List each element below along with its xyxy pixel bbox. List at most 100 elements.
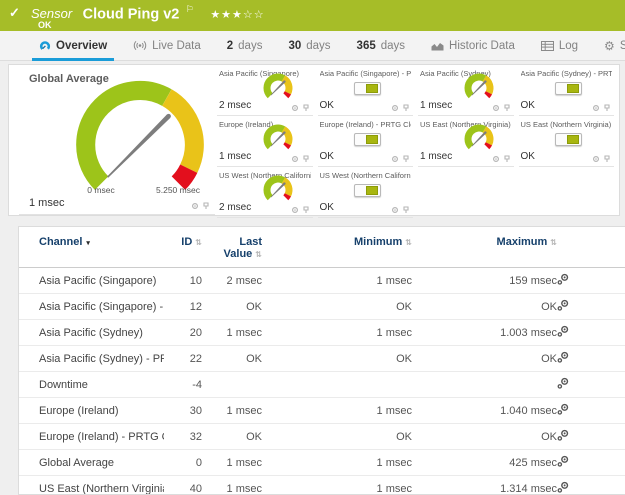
tile-title: Asia Pacific (Sydney) - PRTG ... <box>521 69 613 78</box>
channel-tiles-grid: Asia Pacific (Singapore) 2 msec Asia <box>215 66 617 218</box>
flag-icon: ⚐ <box>186 4 194 14</box>
channel-tile[interactable]: US West (Northern California)... OK <box>318 168 414 218</box>
channel-tile[interactable]: Asia Pacific (Singapore) 2 msec <box>217 66 313 116</box>
channel-tile[interactable]: Asia Pacific (Sydney) - PRTG ... OK <box>519 66 615 116</box>
pin-icon[interactable] <box>302 206 310 214</box>
gear-icon[interactable] <box>291 206 299 214</box>
gear-icon[interactable] <box>391 206 399 214</box>
pin-icon[interactable] <box>302 104 310 112</box>
pin-icon[interactable] <box>503 155 511 163</box>
tile-value: 2 msec <box>219 100 251 111</box>
pin-icon[interactable] <box>402 155 410 163</box>
channel-settings-gear-icon[interactable] <box>557 429 569 444</box>
tab-2-days[interactable]: 2 days <box>214 31 276 60</box>
channel-last-value: 1 msec <box>202 320 262 346</box>
column-header-maximum[interactable]: Maximum⇅ <box>412 227 557 268</box>
tile-value: OK <box>320 100 334 111</box>
channel-minimum: 1 msec <box>262 268 412 294</box>
gauge-icon <box>39 40 51 52</box>
pin-icon[interactable] <box>302 155 310 163</box>
channel-settings-gear-icon[interactable] <box>557 481 569 495</box>
column-header-channel[interactable]: Channel▾ <box>19 227 164 268</box>
global-average-tile[interactable]: Global Average 0 msec 5.250 msec 1 msec <box>19 65 215 215</box>
channel-minimum: 1 msec <box>262 398 412 424</box>
priority-stars[interactable]: ★★★☆☆ <box>210 9 264 21</box>
status-badge: OK <box>38 20 52 30</box>
channel-last-value: 1 msec <box>202 476 262 495</box>
log-icon <box>541 41 554 51</box>
channel-minimum: OK <box>262 294 412 320</box>
pin-icon[interactable] <box>603 104 611 112</box>
channel-name: Downtime <box>19 372 164 398</box>
channel-minimum: OK <box>262 346 412 372</box>
tab-log[interactable]: Log <box>528 31 591 60</box>
tile-value: OK <box>320 202 334 213</box>
column-header-minimum[interactable]: Minimum⇅ <box>262 227 412 268</box>
channel-settings-gear-icon[interactable] <box>557 377 569 392</box>
pin-icon[interactable] <box>402 104 410 112</box>
tab-live-data[interactable]: Live Data <box>120 31 214 60</box>
tab-settings[interactable]: ⚙ Settings <box>591 31 625 60</box>
tab-historic-data[interactable]: Historic Data <box>418 31 528 60</box>
channel-settings-gear-icon[interactable] <box>557 273 569 288</box>
channel-tile[interactable]: Europe (Ireland) 1 msec <box>217 117 313 167</box>
channel-minimum: 1 msec <box>262 320 412 346</box>
channel-name: Asia Pacific (Singapore) <box>19 268 164 294</box>
table-row: Europe (Ireland) 30 1 msec 1 msec 1.040 … <box>19 398 625 424</box>
channel-id: 30 <box>164 398 202 424</box>
channel-id: 22 <box>164 346 202 372</box>
channel-last-value: OK <box>202 294 262 320</box>
channel-maximum: 1.040 msec <box>412 398 557 424</box>
gear-icon[interactable] <box>391 104 399 112</box>
pin-icon[interactable] <box>402 206 410 214</box>
column-header-id[interactable]: ID⇅ <box>164 227 202 268</box>
tab-label: days <box>238 40 262 52</box>
table-row: Global Average 0 1 msec 1 msec 425 msec <box>19 450 625 476</box>
tile-value: 2 msec <box>219 202 251 213</box>
table-row: Asia Pacific (Sydney) 20 1 msec 1 msec 1… <box>19 320 625 346</box>
tab-number: 30 <box>288 40 301 52</box>
channel-maximum: OK <box>412 424 557 450</box>
pin-icon[interactable] <box>503 104 511 112</box>
tab-number: 365 <box>357 40 376 52</box>
channel-settings-gear-icon[interactable] <box>557 351 569 366</box>
tab-overview[interactable]: Overview <box>26 31 120 60</box>
tab-label: days <box>306 40 330 52</box>
gear-icon[interactable] <box>291 104 299 112</box>
gear-icon[interactable] <box>492 104 500 112</box>
gear-icon[interactable] <box>592 155 600 163</box>
channel-tile[interactable]: Europe (Ireland) - PRTG Cloud... OK <box>318 117 414 167</box>
sort-desc-icon: ▾ <box>86 240 90 247</box>
tile-value: 1 msec <box>420 151 452 162</box>
gear-icon[interactable] <box>391 155 399 163</box>
broadcast-icon <box>133 40 147 51</box>
channel-id: 0 <box>164 450 202 476</box>
channel-tile[interactable]: US East (Northern Virginia) - ... OK <box>519 117 615 167</box>
gauge-scale-min: 0 msec <box>76 185 126 195</box>
channel-settings-gear-icon[interactable] <box>557 299 569 314</box>
pin-icon[interactable] <box>603 155 611 163</box>
channel-id: 40 <box>164 476 202 495</box>
channel-tile[interactable]: US East (Northern Virginia) 1 msec <box>418 117 514 167</box>
channel-tile[interactable]: Asia Pacific (Sydney) 1 msec <box>418 66 514 116</box>
channel-tile[interactable]: Asia Pacific (Singapore) - PR... OK <box>318 66 414 116</box>
channel-maximum: OK <box>412 294 557 320</box>
pin-icon[interactable] <box>202 202 210 210</box>
gear-icon[interactable] <box>492 155 500 163</box>
channel-last-value: OK <box>202 424 262 450</box>
channel-settings-gear-icon[interactable] <box>557 455 569 470</box>
channel-tile[interactable]: US West (Northern California) 2 msec <box>217 168 313 218</box>
gear-icon[interactable] <box>191 202 199 210</box>
settings-gear-icon: ⚙ <box>604 40 615 52</box>
channel-settings-gear-icon[interactable] <box>557 325 569 340</box>
column-header-last-value[interactable]: Last Value⇅ <box>202 227 262 268</box>
channel-settings-gear-icon[interactable] <box>557 403 569 418</box>
status-toggle-indicator <box>354 133 381 146</box>
channel-gauge <box>256 73 300 107</box>
channel-name: Europe (Ireland) - PRTG Cl... <box>19 424 164 450</box>
tab-365-days[interactable]: 365 days <box>344 31 418 60</box>
gear-icon[interactable] <box>291 155 299 163</box>
tab-number: 2 <box>227 40 233 52</box>
gear-icon[interactable] <box>592 104 600 112</box>
tab-30-days[interactable]: 30 days <box>275 31 343 60</box>
